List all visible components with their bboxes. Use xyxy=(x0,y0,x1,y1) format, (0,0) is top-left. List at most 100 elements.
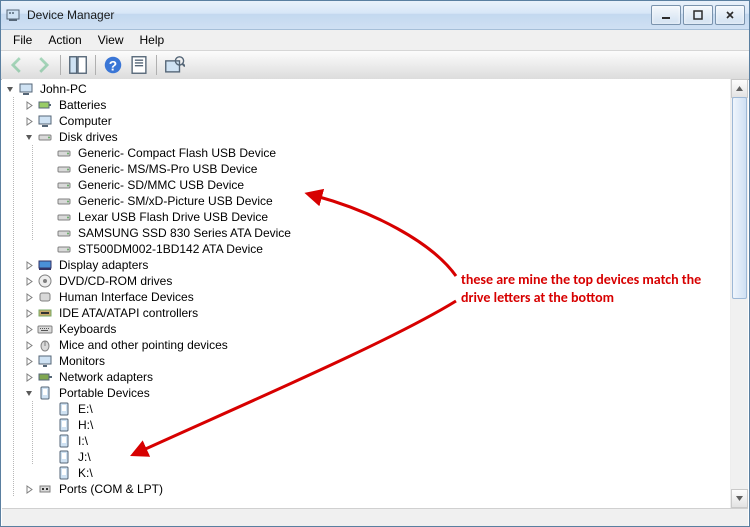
portable-device-icon xyxy=(56,449,72,465)
properties-button[interactable] xyxy=(127,53,151,77)
tree-node-portable[interactable]: H:\ xyxy=(4,417,748,433)
scan-hardware-button[interactable] xyxy=(162,53,186,77)
device-manager-window: Device Manager File Action View Help ? xyxy=(0,0,750,527)
expand-icon[interactable] xyxy=(23,99,35,111)
menu-action[interactable]: Action xyxy=(40,31,89,49)
tree-node-disk[interactable]: SAMSUNG SSD 830 Series ATA Device xyxy=(4,225,748,241)
tree-node-disk[interactable]: Generic- Compact Flash USB Device xyxy=(4,145,748,161)
display-adapter-icon xyxy=(37,257,53,273)
keyboard-icon xyxy=(37,321,53,337)
window-title: Device Manager xyxy=(27,8,649,22)
svg-text:?: ? xyxy=(109,59,117,74)
expand-icon[interactable] xyxy=(23,355,35,367)
node-label: Display adapters xyxy=(57,257,150,273)
tree-node-monitors[interactable]: Monitors xyxy=(4,353,748,369)
ide-controller-icon xyxy=(37,305,53,321)
hid-icon xyxy=(37,289,53,305)
scroll-thumb[interactable] xyxy=(732,97,747,299)
node-label: John-PC xyxy=(38,81,89,97)
collapse-icon[interactable] xyxy=(4,83,16,95)
tree-node-computer[interactable]: Computer xyxy=(4,113,748,129)
disk-drive-icon xyxy=(56,177,72,193)
portable-device-icon xyxy=(56,433,72,449)
minimize-button[interactable] xyxy=(651,5,681,25)
tree-node-disk[interactable]: Generic- SM/xD-Picture USB Device xyxy=(4,193,748,209)
tree-node-portable[interactable]: J:\ xyxy=(4,449,748,465)
disk-drive-icon xyxy=(56,161,72,177)
node-label: Monitors xyxy=(57,353,107,369)
help-button[interactable]: ? xyxy=(101,53,125,77)
node-label: Ports (COM & LPT) xyxy=(57,481,165,497)
tree-node-batteries[interactable]: Batteries xyxy=(4,97,748,113)
expand-icon[interactable] xyxy=(23,307,35,319)
expand-icon[interactable] xyxy=(23,259,35,271)
tree-node-portable[interactable]: K:\ xyxy=(4,465,748,481)
expand-icon[interactable] xyxy=(23,339,35,351)
app-icon xyxy=(5,7,21,23)
ports-icon xyxy=(37,481,53,497)
show-hide-console-tree-button[interactable] xyxy=(66,53,90,77)
node-label: Generic- Compact Flash USB Device xyxy=(76,145,278,161)
tree-node-disk[interactable]: Generic- SD/MMC USB Device xyxy=(4,177,748,193)
tree-node-dvd[interactable]: DVD/CD-ROM drives xyxy=(4,273,748,289)
tree-node-display-adapters[interactable]: Display adapters xyxy=(4,257,748,273)
tree-node-ports[interactable]: Ports (COM & LPT) xyxy=(4,481,748,497)
node-label: SAMSUNG SSD 830 Series ATA Device xyxy=(76,225,293,241)
expand-icon[interactable] xyxy=(23,291,35,303)
scroll-up-button[interactable] xyxy=(731,79,748,98)
close-button[interactable] xyxy=(715,5,745,25)
tree-node-root[interactable]: John-PC xyxy=(4,81,748,97)
expand-icon[interactable] xyxy=(23,115,35,127)
node-label: Generic- SM/xD-Picture USB Device xyxy=(76,193,275,209)
tree-node-portable-devices[interactable]: Portable Devices xyxy=(4,385,748,401)
client-area: John-PC Batteries Computer Di xyxy=(2,79,748,508)
node-label: Disk drives xyxy=(57,129,120,145)
node-label: E:\ xyxy=(76,401,95,417)
menu-help[interactable]: Help xyxy=(132,31,173,49)
tree-node-keyboards[interactable]: Keyboards xyxy=(4,321,748,337)
tree-node-portable[interactable]: I:\ xyxy=(4,433,748,449)
node-label: Generic- MS/MS-Pro USB Device xyxy=(76,161,259,177)
node-label: Portable Devices xyxy=(57,385,152,401)
tree-node-disk[interactable]: Generic- MS/MS-Pro USB Device xyxy=(4,161,748,177)
node-label: Network adapters xyxy=(57,369,155,385)
maximize-button[interactable] xyxy=(683,5,713,25)
portable-device-icon xyxy=(37,385,53,401)
expand-icon[interactable] xyxy=(23,371,35,383)
monitor-icon xyxy=(37,353,53,369)
scrollbar-vertical[interactable] xyxy=(730,79,748,508)
disk-drive-icon xyxy=(56,241,72,257)
portable-device-icon xyxy=(56,417,72,433)
tree-node-disk[interactable]: ST500DM002-1BD142 ATA Device xyxy=(4,241,748,257)
expand-icon[interactable] xyxy=(23,483,35,495)
node-label: Keyboards xyxy=(57,321,118,337)
tree-node-disk[interactable]: Lexar USB Flash Drive USB Device xyxy=(4,209,748,225)
battery-icon xyxy=(37,97,53,113)
expand-icon[interactable] xyxy=(23,275,35,287)
scroll-down-button[interactable] xyxy=(731,489,748,508)
tree-node-mice[interactable]: Mice and other pointing devices xyxy=(4,337,748,353)
disk-drive-icon xyxy=(56,193,72,209)
expand-icon[interactable] xyxy=(23,323,35,335)
tree-node-ide[interactable]: IDE ATA/ATAPI controllers xyxy=(4,305,748,321)
forward-button[interactable] xyxy=(31,53,55,77)
node-label: Generic- SD/MMC USB Device xyxy=(76,177,246,193)
menu-file[interactable]: File xyxy=(5,31,40,49)
tree-node-disk-drives[interactable]: Disk drives xyxy=(4,129,748,145)
network-adapter-icon xyxy=(37,369,53,385)
back-button[interactable] xyxy=(5,53,29,77)
device-tree[interactable]: John-PC Batteries Computer Di xyxy=(2,79,748,508)
menu-view[interactable]: View xyxy=(90,31,132,49)
tree-node-portable[interactable]: E:\ xyxy=(4,401,748,417)
disk-drive-icon xyxy=(56,225,72,241)
node-label: I:\ xyxy=(76,433,90,449)
statusbar xyxy=(2,508,748,526)
computer-icon xyxy=(37,113,53,129)
node-label: Human Interface Devices xyxy=(57,289,196,305)
mouse-icon xyxy=(37,337,53,353)
disk-drive-icon xyxy=(37,129,53,145)
tree-node-hid[interactable]: Human Interface Devices xyxy=(4,289,748,305)
collapse-icon[interactable] xyxy=(23,131,35,143)
tree-node-network[interactable]: Network adapters xyxy=(4,369,748,385)
collapse-icon[interactable] xyxy=(23,387,35,399)
